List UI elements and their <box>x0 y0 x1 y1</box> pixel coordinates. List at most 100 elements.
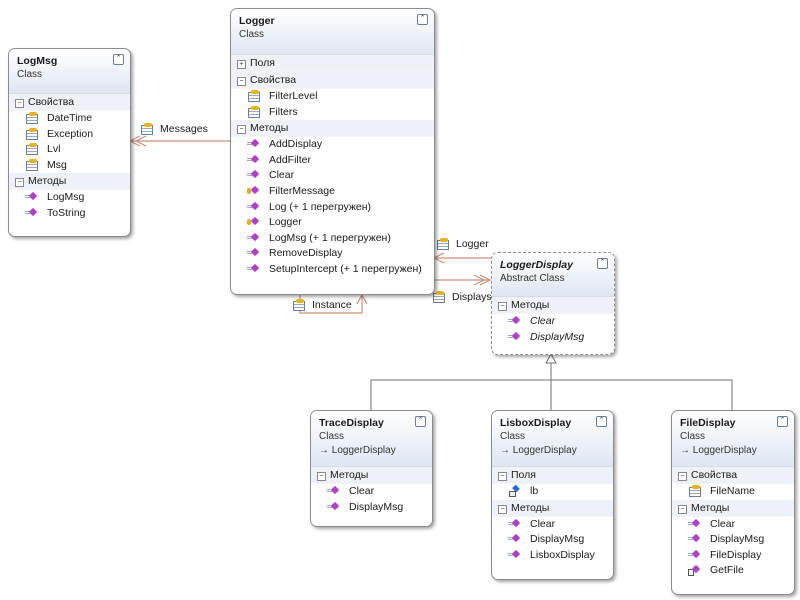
collapse-chevron-icon[interactable]: ⌃ <box>417 14 428 25</box>
method-icon <box>688 533 702 544</box>
inheritance-triangle <box>545 352 557 364</box>
displays-label[interactable]: Displays <box>432 291 492 303</box>
collapse-section-icon[interactable]: − <box>317 472 326 481</box>
member-item[interactable]: LogMsg <box>9 190 130 206</box>
section-Поля[interactable]: + Поля <box>231 55 434 72</box>
messages-label[interactable]: Messages <box>140 123 208 135</box>
method-icon <box>688 518 702 529</box>
section-Свойства[interactable]: − Свойства <box>231 72 434 89</box>
field-icon <box>508 485 522 497</box>
member-item[interactable]: FilterLevel <box>231 89 434 105</box>
member-item[interactable]: AddFilter <box>231 153 434 169</box>
member-item[interactable]: Filters <box>231 105 434 121</box>
property-icon <box>292 299 306 311</box>
method-icon <box>247 154 261 165</box>
class-lisboxdisplay[interactable]: LisboxDisplay Class → LoggerDisplay ⌃ − Поля l… <box>491 410 614 580</box>
member-item[interactable]: Clear <box>672 517 794 533</box>
member-item[interactable]: RemoveDisplay <box>231 246 434 262</box>
section-Методы[interactable]: − Методы <box>231 120 434 138</box>
section-Методы[interactable]: − Методы <box>311 467 432 484</box>
member-item[interactable]: lb <box>492 484 613 500</box>
class-header[interactable]: LoggerDisplay Abstract Class ⌃ <box>492 253 614 297</box>
member-item[interactable]: DisplayMsg <box>492 532 613 548</box>
class-header[interactable]: LisboxDisplay Class → LoggerDisplay ⌃ <box>492 411 613 467</box>
member-item[interactable]: GetFile <box>672 563 794 579</box>
section-Методы[interactable]: − Методы <box>9 173 130 191</box>
member-item[interactable]: Clear <box>231 168 434 184</box>
internal-icon <box>688 564 702 577</box>
class-logger[interactable]: Logger Class ⌃ + Поля − Свойства FilterLevel Fil… <box>230 8 435 295</box>
section-title: Поля <box>250 57 275 69</box>
member-item[interactable]: DisplayMsg <box>311 500 432 516</box>
section-Свойства[interactable]: − Свойства <box>672 467 794 484</box>
class-stereotype: Class <box>239 29 265 40</box>
class-logmsg[interactable]: LogMsg Class ⌃ − Свойства DateTime Exception Lv… <box>8 48 131 237</box>
collapse-chevron-icon[interactable]: ⌃ <box>113 54 124 65</box>
method-icon <box>508 518 522 529</box>
collapse-chevron-icon[interactable]: ⌃ <box>777 416 788 427</box>
class-name: LogMsg <box>17 55 58 67</box>
class-header[interactable]: FileDisplay Class → LoggerDisplay ⌃ <box>672 411 794 467</box>
method-icon <box>25 191 39 202</box>
member-name: AddDisplay <box>269 138 323 151</box>
member-item[interactable]: LogMsg (+ 1 перегружен) <box>231 231 434 247</box>
class-tracedisplay[interactable]: TraceDisplay Class → LoggerDisplay ⌃ − Методы… <box>310 410 433 527</box>
class-filedisplay[interactable]: FileDisplay Class → LoggerDisplay ⌃ − Свойств… <box>671 410 795 595</box>
member-item[interactable]: Clear <box>492 314 614 330</box>
property-icon <box>140 123 154 135</box>
member-item[interactable]: FileDisplay <box>672 548 794 564</box>
instance-label[interactable]: Instance <box>292 299 352 311</box>
base-class: → LoggerDisplay <box>500 445 605 456</box>
member-item[interactable]: Log (+ 1 перегружен) <box>231 200 434 216</box>
collapse-section-icon[interactable]: − <box>237 77 246 86</box>
member-item[interactable]: FileName <box>672 484 794 500</box>
collapse-chevron-icon[interactable]: ⌃ <box>597 258 608 269</box>
member-item[interactable]: Logger <box>231 215 434 231</box>
property-icon <box>25 127 39 140</box>
collapse-section-icon[interactable]: − <box>498 302 507 311</box>
logger-association-label[interactable]: Logger <box>436 238 489 250</box>
expand-section-icon[interactable]: + <box>237 60 246 69</box>
member-item[interactable]: AddDisplay <box>231 137 434 153</box>
method-icon <box>25 207 39 218</box>
collapse-section-icon[interactable]: − <box>498 504 507 514</box>
member-name: LisboxDisplay <box>530 548 595 561</box>
inheritance-line[interactable] <box>370 363 733 410</box>
method-icon <box>508 549 522 560</box>
section-Методы[interactable]: − Методы <box>492 499 613 517</box>
section-Методы[interactable]: − Методы <box>672 499 794 517</box>
member-item[interactable]: Clear <box>311 484 432 500</box>
section-title: Методы <box>511 299 550 311</box>
member-item[interactable]: DisplayMsg <box>672 532 794 548</box>
member-item[interactable]: Lvl <box>9 142 130 158</box>
member-item[interactable]: Exception <box>9 127 130 143</box>
member-item[interactable]: LisboxDisplay <box>492 548 613 564</box>
class-loggerdisplay[interactable]: LoggerDisplay Abstract Class ⌃ − Методы Clear… <box>491 252 615 355</box>
collapse-section-icon[interactable]: − <box>678 472 687 481</box>
collapse-chevron-icon[interactable]: ⌃ <box>415 416 426 427</box>
collapse-section-icon[interactable]: − <box>15 99 24 108</box>
member-item[interactable]: DateTime <box>9 111 130 127</box>
member-name: Logger <box>269 216 302 229</box>
member-item[interactable]: DisplayMsg <box>492 330 614 346</box>
method-icon <box>247 263 261 274</box>
section-Методы[interactable]: − Методы <box>492 297 614 314</box>
collapse-section-icon[interactable]: − <box>678 504 687 514</box>
section-Свойства[interactable]: − Свойства <box>9 94 130 111</box>
member-item[interactable]: SetupIntercept (+ 1 перегружен) <box>231 262 434 278</box>
class-stereotype: Class <box>17 69 43 80</box>
collapse-section-icon[interactable]: − <box>498 472 507 481</box>
collapse-section-icon[interactable]: − <box>15 178 24 188</box>
section-Поля[interactable]: − Поля <box>492 467 613 484</box>
member-item[interactable]: Msg <box>9 158 130 174</box>
member-item[interactable]: ToString <box>9 206 130 222</box>
collapse-section-icon[interactable]: − <box>237 125 246 135</box>
property-icon <box>432 291 446 303</box>
class-header[interactable]: Logger Class ⌃ <box>231 9 434 55</box>
member-item[interactable]: Clear <box>492 517 613 533</box>
member-item[interactable]: FilterMessage <box>231 184 434 200</box>
collapse-chevron-icon[interactable]: ⌃ <box>596 416 607 427</box>
class-header[interactable]: TraceDisplay Class → LoggerDisplay ⌃ <box>311 411 432 467</box>
class-header[interactable]: LogMsg Class ⌃ <box>9 49 130 94</box>
class-name: TraceDisplay <box>319 417 384 429</box>
